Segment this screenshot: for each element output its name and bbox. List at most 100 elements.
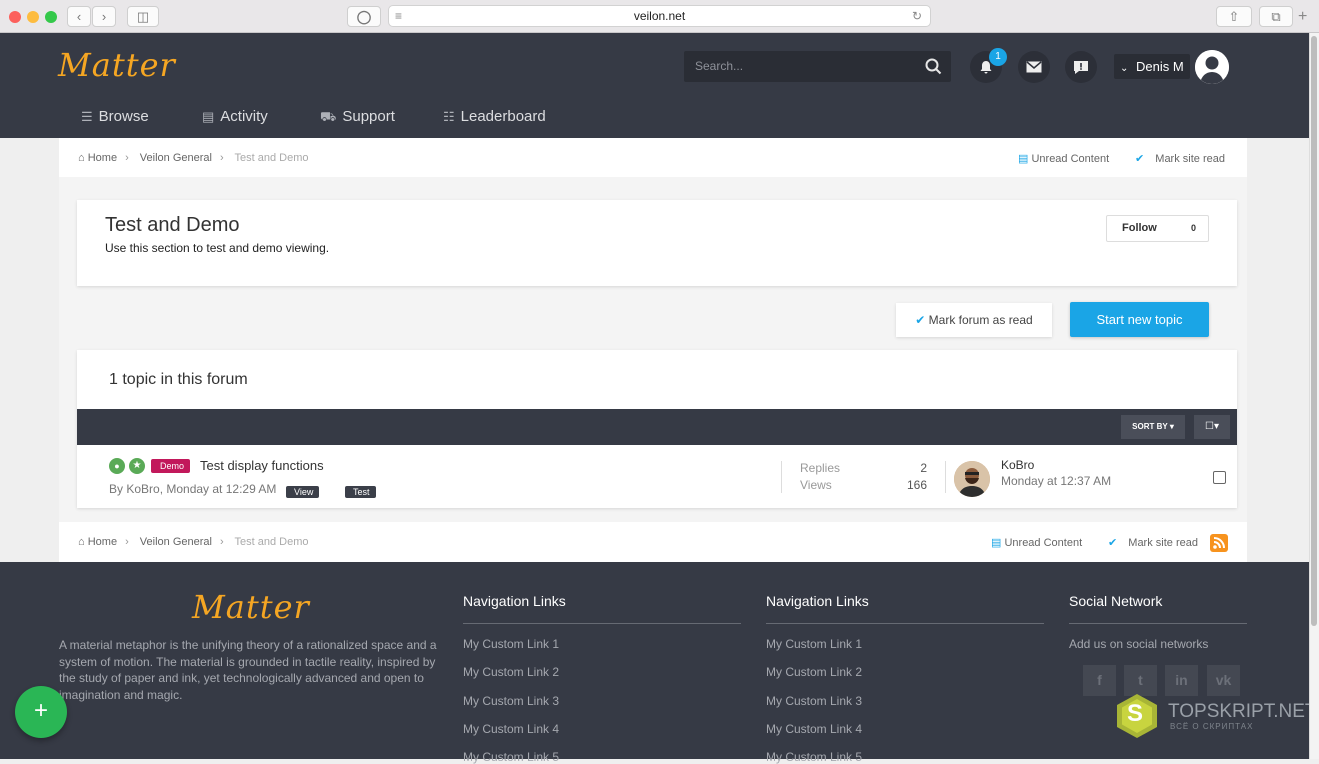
mark-site-read-link[interactable]: ✔ Mark site read bbox=[1135, 152, 1225, 165]
user-menu-button[interactable]: ⌄ Denis M bbox=[1114, 54, 1190, 79]
user-name: Denis M bbox=[1136, 59, 1184, 74]
nav-activity[interactable]: ▤ Activity bbox=[202, 108, 268, 125]
nav-browse[interactable]: ☰ Browse bbox=[81, 108, 149, 125]
footer-link[interactable]: My Custom Link 2 bbox=[463, 665, 559, 679]
topic-title[interactable]: Test display functions bbox=[200, 458, 324, 473]
breadcrumb-general[interactable]: Veilon General bbox=[140, 536, 212, 548]
breadcrumb-general[interactable]: Veilon General bbox=[140, 152, 212, 164]
unread-content-link[interactable]: ▤ Unread Content bbox=[991, 536, 1082, 549]
footer-link[interactable]: My Custom Link 3 bbox=[463, 694, 559, 708]
chevron-right-icon: › bbox=[125, 152, 129, 164]
prefix-badge[interactable]: Demo bbox=[151, 459, 191, 473]
checkbox-icon: ☐ bbox=[1205, 421, 1214, 432]
last-poster-name[interactable]: KoBro bbox=[1001, 458, 1034, 472]
breadcrumb-home[interactable]: Home bbox=[88, 536, 117, 548]
footer-link[interactable]: My Custom Link 1 bbox=[766, 637, 862, 651]
divider bbox=[766, 623, 1044, 624]
footer-link[interactable]: My Custom Link 5 bbox=[766, 750, 862, 764]
mark-forum-read-button[interactable]: ✔ Mark forum as read bbox=[896, 303, 1052, 337]
browser-toolbar: ‹ › ◫ ◯ ≡ veilon.net ↻ ⇧ ⧉ + bbox=[0, 0, 1319, 33]
divider bbox=[463, 623, 741, 624]
follow-button[interactable]: Follow 0 bbox=[1106, 215, 1209, 242]
chevron-right-icon: › bbox=[125, 536, 129, 548]
pin-icon: ● bbox=[109, 458, 125, 474]
unread-content-link[interactable]: ▤ Unread Content bbox=[1018, 152, 1109, 165]
mark-site-read-label: Mark site read bbox=[1128, 537, 1198, 549]
nav-support[interactable]: ⛟ Support bbox=[320, 108, 395, 127]
check-icon: ✔ bbox=[1108, 537, 1118, 549]
reload-icon[interactable]: ↻ bbox=[912, 6, 922, 26]
caret-down-icon: ▾ bbox=[1169, 422, 1174, 431]
address-bar[interactable]: ≡ veilon.net ↻ bbox=[388, 5, 931, 27]
search-input[interactable]: Search... bbox=[684, 51, 951, 82]
forward-button[interactable]: › bbox=[92, 6, 116, 27]
maximize-window-button[interactable] bbox=[45, 11, 57, 23]
topic-list-toolbar: SORT BY ▾ ☐▾ bbox=[77, 409, 1237, 445]
breadcrumb-home[interactable]: Home bbox=[88, 152, 117, 164]
search-icon[interactable] bbox=[925, 58, 942, 75]
divider bbox=[945, 461, 946, 493]
share-icon[interactable]: ⇧ bbox=[1216, 6, 1252, 27]
watermark-letter: S bbox=[1127, 700, 1144, 727]
topic-select-checkbox[interactable] bbox=[1213, 471, 1226, 484]
scrollbar-thumb[interactable] bbox=[1311, 36, 1317, 626]
sort-by-button[interactable]: SORT BY ▾ bbox=[1121, 415, 1185, 439]
tag-label: Test bbox=[345, 486, 376, 498]
new-tab-icon[interactable]: + bbox=[1298, 8, 1307, 26]
footer-link[interactable]: My Custom Link 1 bbox=[463, 637, 559, 651]
watermark-text: TOPSKRIPT.NET bbox=[1168, 701, 1317, 722]
linkedin-icon[interactable]: in bbox=[1165, 665, 1198, 696]
nav-label: Support bbox=[342, 108, 395, 125]
breadcrumb-bottom: ⌂ Home › Veilon General › Test and Demo bbox=[78, 536, 308, 548]
tag-view[interactable]: View bbox=[286, 482, 320, 500]
unread-icon: ▤ bbox=[991, 537, 1002, 549]
start-new-topic-button[interactable]: Start new topic bbox=[1070, 302, 1209, 337]
list-icon: ☰ bbox=[81, 109, 93, 124]
nav-leaderboard[interactable]: ☷ Leaderboard bbox=[443, 108, 546, 125]
tabs-icon[interactable]: ⧉ bbox=[1259, 6, 1293, 27]
footer-logo[interactable]: Matter bbox=[192, 588, 310, 626]
envelope-icon bbox=[1026, 61, 1042, 73]
close-window-button[interactable] bbox=[9, 11, 21, 23]
avatar[interactable] bbox=[1195, 50, 1229, 84]
footer-link[interactable]: My Custom Link 4 bbox=[766, 722, 862, 736]
vk-icon[interactable]: vk bbox=[1207, 665, 1240, 696]
replies-label: Replies bbox=[800, 461, 841, 475]
avatar[interactable] bbox=[954, 461, 990, 497]
mark-site-read-link[interactable]: ✔ Mark site read bbox=[1108, 536, 1198, 549]
facebook-icon[interactable]: f bbox=[1083, 665, 1116, 696]
reader-icon[interactable]: ≡ bbox=[395, 6, 402, 26]
home-icon: ⌂ bbox=[78, 152, 85, 164]
check-icon: ✔ bbox=[1135, 153, 1145, 165]
document-icon: ▤ bbox=[202, 109, 215, 124]
watermark-logo: S bbox=[1113, 692, 1161, 740]
footer-nav2-title: Navigation Links bbox=[766, 593, 869, 609]
nav-label: Browse bbox=[98, 108, 149, 125]
footer-link[interactable]: My Custom Link 2 bbox=[766, 665, 862, 679]
nav-label: Activity bbox=[220, 108, 268, 125]
reports-button[interactable] bbox=[1065, 51, 1097, 83]
footer-nav1-title: Navigation Links bbox=[463, 593, 566, 609]
site-logo[interactable]: Matter bbox=[58, 46, 176, 84]
sidebar-toggle-button[interactable]: ◫ bbox=[127, 6, 159, 27]
rss-icon[interactable] bbox=[1210, 534, 1228, 552]
forum-header-card: Test and Demo Use this section to test a… bbox=[77, 200, 1237, 286]
opera-icon[interactable]: ◯ bbox=[347, 6, 381, 27]
footer-link[interactable]: My Custom Link 5 bbox=[463, 750, 559, 764]
messages-button[interactable] bbox=[1018, 51, 1050, 83]
divider bbox=[1069, 623, 1247, 624]
back-button[interactable]: ‹ bbox=[67, 6, 91, 27]
home-icon: ⌂ bbox=[78, 536, 85, 548]
multi-select-button[interactable]: ☐▾ bbox=[1194, 415, 1230, 439]
globe-icon: ☷ bbox=[443, 109, 455, 124]
chevron-down-icon: ⌄ bbox=[1120, 63, 1129, 74]
footer-link[interactable]: My Custom Link 3 bbox=[766, 694, 862, 708]
add-fab-button[interactable]: + bbox=[15, 686, 67, 738]
unread-label: Unread Content bbox=[1004, 537, 1083, 549]
tag-test[interactable]: Test bbox=[345, 482, 376, 500]
breadcrumb-current: Test and Demo bbox=[234, 152, 309, 164]
footer-link[interactable]: My Custom Link 4 bbox=[463, 722, 559, 736]
views-label: Views bbox=[800, 478, 832, 492]
minimize-window-button[interactable] bbox=[27, 11, 39, 23]
table-row[interactable]: ● ★ Demo Test display functions By KoBro… bbox=[77, 445, 1237, 508]
